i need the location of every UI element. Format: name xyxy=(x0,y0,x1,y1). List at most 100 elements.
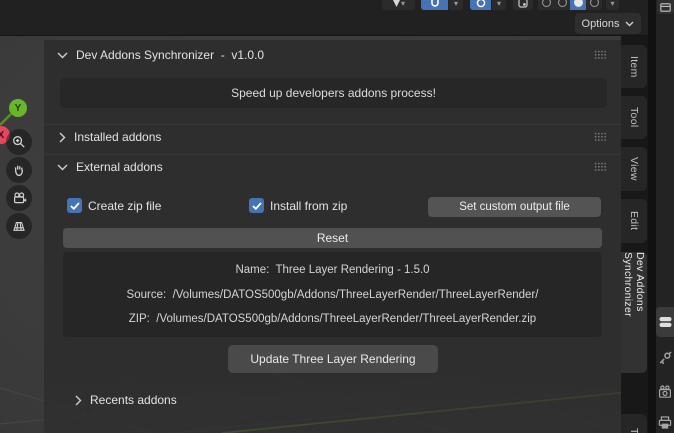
tab-label: Item xyxy=(628,56,640,78)
gizmo-y-label: Y xyxy=(15,103,22,114)
divider xyxy=(44,154,621,155)
shading-material-button[interactable] xyxy=(570,0,586,10)
magnifier-plus-icon xyxy=(12,135,26,149)
check-icon xyxy=(252,202,262,210)
installed-addons-header[interactable]: Installed addons xyxy=(59,129,161,145)
gizmo-y-axis[interactable]: Y xyxy=(9,99,27,117)
properties-tab-render[interactable] xyxy=(656,377,674,407)
sidebar-tab-strip: Item Tool View Edit Dev Addons Synchroni… xyxy=(621,36,648,433)
solid-sphere-icon xyxy=(558,0,567,7)
camera-icon xyxy=(12,191,27,205)
tab-label: Edit xyxy=(628,211,640,230)
shading-wireframe-button[interactable] xyxy=(538,0,554,10)
sidebar-tab-partial[interactable]: Th xyxy=(621,414,647,433)
properties-tab-tool[interactable] xyxy=(656,346,674,370)
sidebar-tab-tool[interactable]: Tool xyxy=(621,96,647,139)
sidebar-tab-item[interactable]: Item xyxy=(621,45,647,88)
grid-icon xyxy=(12,219,26,233)
tab-label: Th xyxy=(628,428,640,433)
addon-panel-title: Dev Addons Synchronizer - v1.0.0 xyxy=(76,48,264,62)
cursor-icon xyxy=(392,0,401,8)
camera-view-button[interactable] xyxy=(6,185,32,211)
addon-name-line: Name: Three Layer Rendering - 1.5.0 xyxy=(235,264,429,276)
addon-source-line: Source: /Volumes/DATOS500gb/Addons/Three… xyxy=(127,289,539,301)
panel-drag-handle[interactable] xyxy=(594,132,607,141)
chevron-down-icon: ▾ xyxy=(454,0,458,8)
snapping-dropdown[interactable]: ▾ xyxy=(449,0,463,10)
chevron-down-icon: ▾ xyxy=(401,0,405,8)
perspective-toggle-button[interactable] xyxy=(6,213,32,239)
chevron-right-icon xyxy=(75,395,82,406)
magnet-icon xyxy=(430,0,440,8)
proportional-dropdown[interactable]: ▾ xyxy=(492,0,506,10)
divider xyxy=(44,124,621,125)
editor-type-icon xyxy=(660,3,671,12)
tab-label: Dev Addons Synchronizer xyxy=(622,252,646,373)
blender-window: Y X xyxy=(0,0,674,433)
chevron-down-icon xyxy=(625,21,634,27)
chevron-down-icon xyxy=(57,164,68,171)
install-zip-label: Install from zip xyxy=(270,199,347,213)
overlays-icon xyxy=(518,0,528,8)
set-custom-output-button[interactable]: Set custom output file xyxy=(428,197,601,217)
options-label: Options xyxy=(582,18,620,30)
speed-up-button[interactable]: Speed up developers addons process! xyxy=(60,78,607,108)
rendered-sphere-icon xyxy=(590,0,599,7)
material-sphere-icon xyxy=(574,0,583,7)
wireframe-sphere-icon xyxy=(542,0,551,7)
properties-tab-active[interactable] xyxy=(656,307,674,337)
recents-addons-label: Recents addons xyxy=(90,393,177,407)
zoom-button[interactable] xyxy=(6,129,32,155)
installed-addons-label: Installed addons xyxy=(74,130,161,144)
editor-type-button[interactable] xyxy=(657,0,674,14)
tool-icon xyxy=(658,351,672,365)
hand-icon xyxy=(12,163,26,177)
reset-label: Reset xyxy=(317,231,348,245)
set-custom-output-label: Set custom output file xyxy=(459,201,570,213)
external-addons-label: External addons xyxy=(76,160,163,174)
chevron-right-icon xyxy=(59,132,66,143)
gizmo-axis-line xyxy=(0,112,12,126)
transform-pivot-dropdown[interactable]: ▾ xyxy=(382,0,415,10)
update-addon-button[interactable]: Update Three Layer Rendering xyxy=(228,345,438,373)
addon-panel-header[interactable]: Dev Addons Synchronizer - v1.0.0 xyxy=(57,47,264,63)
tab-label: View xyxy=(628,157,640,181)
update-addon-label: Update Three Layer Rendering xyxy=(250,352,415,366)
snapping-toggle[interactable] xyxy=(421,0,448,10)
create-zip-checkbox-row: Create zip file xyxy=(67,198,161,213)
shading-solid-button[interactable] xyxy=(554,0,570,10)
tab-label: Tool xyxy=(628,107,640,127)
render-camera-icon xyxy=(658,385,672,399)
chevron-down-icon: ▾ xyxy=(497,0,501,8)
editor-divider[interactable] xyxy=(648,0,656,433)
active-tool-icon xyxy=(658,315,672,329)
speed-up-label: Speed up developers addons process! xyxy=(231,86,436,100)
panel-drag-handle[interactable] xyxy=(594,162,607,171)
external-addons-header[interactable]: External addons xyxy=(57,159,163,175)
chevron-down-icon: ▾ xyxy=(610,0,614,8)
options-dropdown[interactable]: Options xyxy=(575,13,641,34)
sidebar-panel: Dev Addons Synchronizer - v1.0.0 Speed u… xyxy=(44,40,621,433)
reset-button[interactable]: Reset xyxy=(63,228,602,248)
install-zip-checkbox-row: Install from zip xyxy=(249,198,347,213)
addon-info-box: Name: Three Layer Rendering - 1.5.0 Sour… xyxy=(63,252,602,337)
shading-rendered-button[interactable] xyxy=(586,0,602,10)
panel-drag-handle[interactable] xyxy=(594,50,607,59)
sidebar-tab-edit[interactable]: Edit xyxy=(621,199,647,243)
create-zip-checkbox[interactable] xyxy=(67,198,82,213)
overlays-button[interactable] xyxy=(513,0,533,10)
chevron-down-icon xyxy=(57,52,68,59)
proportional-editing-toggle[interactable] xyxy=(470,0,491,10)
sidebar-tab-dev-addons-synchronizer[interactable]: Dev Addons Synchronizer xyxy=(621,252,647,373)
create-zip-label: Create zip file xyxy=(88,199,161,213)
recents-addons-header[interactable]: Recents addons xyxy=(75,392,177,408)
sidebar-tab-view[interactable]: View xyxy=(621,147,647,191)
install-zip-checkbox[interactable] xyxy=(249,198,264,213)
shading-dropdown[interactable]: ▾ xyxy=(606,0,619,10)
properties-editor-edge xyxy=(656,0,674,433)
addon-zip-line: ZIP: /Volumes/DATOS500gb/Addons/ThreeLay… xyxy=(129,313,536,325)
pan-button[interactable] xyxy=(6,157,32,183)
properties-tab-output[interactable] xyxy=(656,412,674,433)
check-icon xyxy=(70,202,80,210)
viewport-header: ▾ ▾ ▾ xyxy=(0,0,648,36)
